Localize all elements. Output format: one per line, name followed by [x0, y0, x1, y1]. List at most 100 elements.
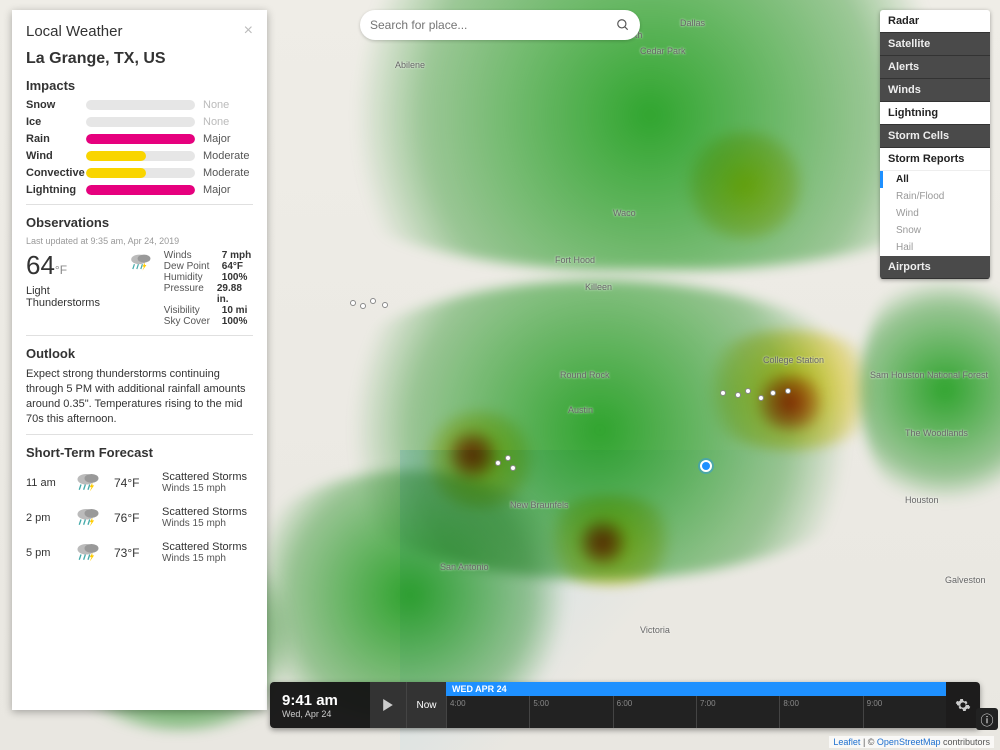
forecast-temp: 74°F	[114, 476, 150, 490]
forecast-wind: Winds 15 mph	[162, 483, 247, 494]
city-label: Victoria	[640, 625, 670, 635]
storm-reports-all[interactable]: All	[880, 171, 990, 188]
timeline-tick: 5:00	[529, 696, 530, 728]
storm-reports-hail[interactable]: Hail	[880, 239, 990, 256]
info-button[interactable]: ⓘ	[976, 708, 998, 730]
timeline-tick: 8:00	[779, 696, 780, 728]
timeline-tick: 7:00	[696, 696, 697, 728]
forecast-row: 5 pm 73°F Scattered StormsWinds 15 mph	[26, 540, 253, 565]
obs-key: Sky Cover	[164, 316, 222, 327]
forecast-temp: 76°F	[114, 511, 150, 525]
leaflet-link[interactable]: Leaflet	[833, 737, 860, 747]
obs-key: Winds	[164, 250, 222, 261]
impact-level: Major	[203, 133, 253, 145]
city-label: Houston	[905, 495, 939, 505]
current-condition: Light Thunderstorms	[26, 285, 118, 309]
search-input[interactable]	[370, 18, 616, 32]
search-icon	[616, 18, 630, 32]
forecast-condition: Scattered Storms	[162, 541, 247, 553]
impact-bar	[86, 134, 195, 144]
play-button[interactable]	[370, 682, 406, 728]
thunderstorm-icon	[128, 250, 154, 272]
panel-title: Local Weather	[26, 23, 122, 40]
impact-level: None	[203, 99, 253, 111]
impact-bar	[86, 100, 195, 110]
gear-icon	[955, 697, 971, 713]
obs-value: 100%	[222, 316, 248, 327]
impact-row-wind: Wind Moderate	[26, 150, 253, 162]
layer-airports[interactable]: Airports	[880, 256, 990, 279]
obs-value: 10 mi	[222, 305, 248, 316]
city-label: Waco	[613, 208, 636, 218]
impact-level: Major	[203, 184, 253, 196]
location-name: La Grange, TX, US	[26, 50, 253, 68]
current-temperature: 64°F	[26, 250, 118, 281]
close-icon[interactable]: ×	[244, 22, 253, 40]
impact-label: Ice	[26, 116, 86, 128]
forecast-heading: Short-Term Forecast	[26, 445, 253, 460]
storm-reports-header[interactable]: Storm Reports	[880, 148, 990, 171]
now-button[interactable]: Now	[406, 682, 446, 728]
timeline-tick: 4:00	[446, 696, 447, 728]
forecast-time: 11 am	[26, 477, 62, 489]
storm-reports-wind[interactable]: Wind	[880, 205, 990, 222]
forecast-wind: Winds 15 mph	[162, 553, 247, 564]
timeline-track[interactable]: WED APR 24 4:00 5:00 6:00 7:00 8:00 9:00	[446, 682, 946, 728]
timeline-bar: 9:41 am Wed, Apr 24 Now WED APR 24 4:005…	[270, 682, 980, 728]
city-label: The Woodlands	[905, 428, 968, 438]
forecast-row: 2 pm 76°F Scattered StormsWinds 15 mph	[26, 505, 253, 530]
layer-storm-cells[interactable]: Storm Cells	[880, 125, 990, 148]
layer-winds[interactable]: Winds	[880, 79, 990, 102]
thunderstorm-icon	[74, 505, 102, 527]
thunderstorm-icon	[74, 540, 102, 562]
search-bar[interactable]	[360, 10, 640, 40]
impact-row-ice: Ice None	[26, 116, 253, 128]
play-icon	[382, 699, 394, 711]
forecast-temp: 73°F	[114, 546, 150, 560]
layer-satellite[interactable]: Satellite	[880, 33, 990, 56]
outlook-heading: Outlook	[26, 346, 253, 361]
city-label: Abilene	[395, 60, 425, 70]
obs-key: Humidity	[164, 272, 222, 283]
settings-button[interactable]	[946, 682, 980, 728]
forecast-condition: Scattered Storms	[162, 471, 247, 483]
forecast-condition: Scattered Storms	[162, 506, 247, 518]
impact-label: Snow	[26, 99, 86, 111]
impacts-heading: Impacts	[26, 78, 253, 93]
storm-reports-rain-flood[interactable]: Rain/Flood	[880, 188, 990, 205]
storm-reports-snow[interactable]: Snow	[880, 222, 990, 239]
layer-alerts[interactable]: Alerts	[880, 56, 990, 79]
impact-level: Moderate	[203, 167, 253, 179]
obs-value: 64°F	[222, 261, 243, 272]
impact-bar	[86, 151, 195, 161]
city-label: Galveston	[945, 575, 986, 585]
forecast-time: 5 pm	[26, 547, 62, 559]
city-label: Round Rock	[560, 370, 610, 380]
layer-radar[interactable]: Radar	[880, 10, 990, 33]
city-label: Fort Hood	[555, 255, 595, 265]
impact-bar	[86, 117, 195, 127]
city-label: Killeen	[585, 282, 612, 292]
observations-updated: Last updated at 9:35 am, Apr 24, 2019	[26, 236, 253, 246]
observations-heading: Observations	[26, 215, 253, 230]
timeline-tick: 6:00	[613, 696, 614, 728]
city-label: Dallas	[680, 18, 705, 28]
outlook-text: Expect strong thunderstorms continuing t…	[26, 367, 253, 426]
obs-value: 29.88 in.	[217, 283, 253, 305]
city-label: Austin	[568, 405, 593, 415]
map-attribution: Leaflet | © OpenStreetMap contributors	[829, 736, 994, 748]
impact-level: Moderate	[203, 150, 253, 162]
layer-lightning[interactable]: Lightning	[880, 102, 990, 125]
obs-key: Dew Point	[164, 261, 222, 272]
osm-link[interactable]: OpenStreetMap	[877, 737, 941, 747]
impact-level: None	[203, 116, 253, 128]
forecast-row: 11 am 74°F Scattered StormsWinds 15 mph	[26, 470, 253, 495]
forecast-time: 2 pm	[26, 512, 62, 524]
layers-panel: RadarSatelliteAlertsWindsLightningStorm …	[880, 10, 990, 279]
timeline-day-label: WED APR 24	[446, 682, 946, 696]
impact-row-snow: Snow None	[26, 99, 253, 111]
city-label: Sam Houston National Forest	[870, 370, 988, 380]
obs-key: Pressure	[164, 283, 217, 305]
timeline-tick: 9:00	[863, 696, 864, 728]
obs-value: 100%	[222, 272, 248, 283]
